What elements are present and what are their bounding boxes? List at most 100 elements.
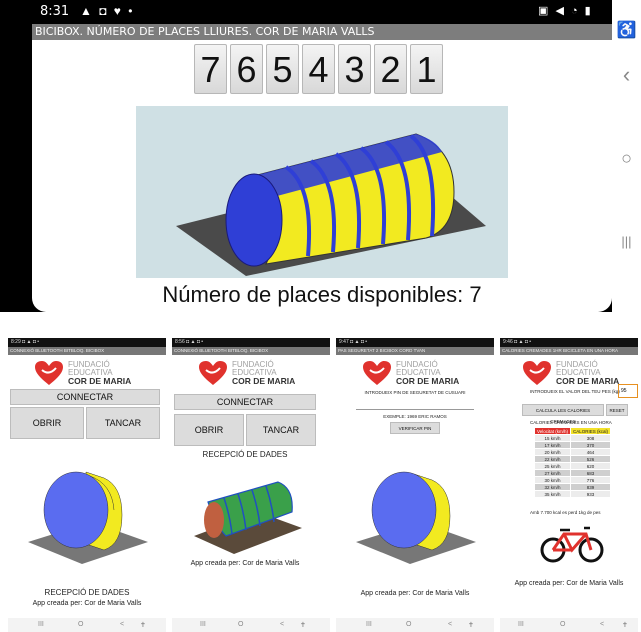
app-title-bar: BICIBOX. NÚMERO DE PLACES LLIURES. COR D… bbox=[32, 24, 612, 40]
speed-cell: 25 km/h bbox=[533, 462, 572, 470]
logo-text: COR DE MARIA bbox=[396, 376, 460, 386]
speed-cell: 35 km/h bbox=[533, 490, 572, 498]
back-icon[interactable]: < bbox=[448, 621, 452, 628]
weight-input[interactable]: 95 bbox=[618, 384, 638, 398]
heart-logo-icon bbox=[199, 361, 227, 385]
app-title-bar: CONNEXIÓ BLUETOOTH BITBLOQ. BICIBOX bbox=[172, 347, 330, 355]
home-icon[interactable]: O bbox=[238, 621, 243, 628]
data-reception-label: RECEPCIÓ DE DADES bbox=[44, 588, 130, 597]
recents-icon[interactable]: III bbox=[38, 621, 44, 628]
counter-digit[interactable]: 7 bbox=[194, 44, 227, 94]
recents-icon[interactable]: III bbox=[200, 621, 206, 628]
credit-text: App creada per: Cor de Maria Valls bbox=[190, 560, 300, 567]
home-icon[interactable]: O bbox=[78, 621, 83, 628]
recents-icon[interactable]: III bbox=[518, 621, 524, 628]
status-bar: 8:29 ◘ ▲ ◘ • bbox=[8, 338, 166, 347]
table-row: 30 km/h 776 bbox=[533, 476, 612, 484]
heart-logo-icon bbox=[363, 361, 391, 385]
side-navigation: ♿ ‹ ○ ||| bbox=[612, 0, 641, 312]
connect-button[interactable]: CONNECTAR bbox=[10, 389, 160, 405]
accessibility-icon[interactable]: ✝ bbox=[468, 621, 474, 629]
table-header-cell: CALORIES (kcal) bbox=[570, 427, 612, 435]
weight-loss-footnote: Amb 7.700 kcal es perd 1kg de pes bbox=[530, 510, 601, 515]
calculate-calories-button[interactable]: CALCULA LES CALORIES CREMADES bbox=[522, 404, 604, 424]
pin-input[interactable] bbox=[356, 398, 474, 410]
calories-cell: 839 bbox=[570, 483, 612, 491]
phone-screen-pin: 9:47 ◘ ▲ ◘ • PAS SEGURETAT 2 BICIBOX COR… bbox=[336, 338, 494, 632]
accessibility-icon[interactable]: ✝ bbox=[300, 621, 306, 629]
close-button[interactable]: TANCAR bbox=[86, 407, 160, 439]
credit-text: App creada per: Cor de Maria Valls bbox=[32, 600, 142, 607]
school-logo: FUNDACIÓ EDUCATIVA COR DE MARIA bbox=[336, 355, 494, 389]
status-bar: 9:46 ◘ ▲ ◘ • bbox=[500, 338, 638, 347]
back-icon[interactable]: < bbox=[600, 621, 604, 628]
pin-example-label: EXEMPLE: 1969 ERIC RAMOS bbox=[383, 414, 447, 419]
recents-icon[interactable]: ||| bbox=[612, 234, 641, 249]
table-header-cell: Velocitat (km/h) bbox=[533, 427, 572, 435]
speed-cell: 32 km/h bbox=[533, 483, 572, 491]
logo-text: COR DE MARIA bbox=[232, 376, 296, 386]
places-counter: 7 6 5 4 3 2 1 bbox=[194, 44, 443, 94]
counter-digit[interactable]: 4 bbox=[302, 44, 335, 94]
open-button[interactable]: OBRIR bbox=[174, 414, 244, 446]
calories-cell: 683 bbox=[570, 469, 612, 477]
connect-button[interactable]: CONNECTAR bbox=[174, 394, 316, 410]
heart-logo-icon bbox=[523, 361, 551, 385]
table-row: 32 km/h 839 bbox=[533, 483, 612, 491]
data-reception-label: RECEPCIÓ DE DADES bbox=[202, 450, 288, 459]
weight-prompt-label: INTRODUEIX EL VALOR DEL TEU PES (kg) bbox=[530, 389, 620, 394]
table-row: 35 km/h 933 bbox=[533, 490, 612, 498]
status-bar: 9:47 ◘ ▲ ◘ • bbox=[336, 338, 494, 347]
counter-digit[interactable]: 1 bbox=[410, 44, 443, 94]
nav-bar: III O < ✝ bbox=[500, 618, 638, 632]
calories-cell: 620 bbox=[570, 462, 612, 470]
close-button[interactable]: TANCAR bbox=[246, 414, 316, 446]
speed-cell: 15 km/h bbox=[533, 434, 572, 442]
credit-text: App creada per: Cor de Maria Valls bbox=[514, 580, 624, 587]
open-button[interactable]: OBRIR bbox=[10, 407, 84, 439]
table-row: 20 km/h 464 bbox=[533, 448, 612, 456]
phone-screen-calories: 9:46 ◘ ▲ ◘ • CALORIES CREMADES 1HR BICIC… bbox=[500, 338, 638, 632]
back-icon[interactable]: < bbox=[120, 621, 124, 628]
accessibility-icon[interactable]: ♿ bbox=[612, 20, 641, 40]
heart-logo-icon bbox=[35, 361, 63, 385]
home-icon[interactable]: ○ bbox=[612, 148, 641, 169]
app-title-bar: PAS SEGURETAT 2 BICIBOX CORD TVAN bbox=[336, 347, 494, 355]
pin-prompt-label: INTRODUEIX PIN DE SEGURETAT DE CUSUARI bbox=[364, 390, 466, 395]
table-row: 25 km/h 620 bbox=[533, 462, 612, 470]
bicibox-shelter-graphic bbox=[176, 133, 486, 276]
counter-digit[interactable]: 2 bbox=[374, 44, 407, 94]
home-icon[interactable]: O bbox=[560, 621, 565, 628]
logo-text: COR DE MARIA bbox=[68, 376, 132, 386]
verify-pin-button[interactable]: VERIFICAR PIN bbox=[390, 422, 440, 434]
home-icon[interactable]: O bbox=[406, 621, 411, 628]
recents-icon[interactable]: III bbox=[366, 621, 372, 628]
speed-cell: 30 km/h bbox=[533, 476, 572, 484]
accessibility-icon[interactable]: ✝ bbox=[622, 621, 628, 629]
calories-table-title: CALORIES CREMADES EN UNA HORA bbox=[530, 420, 612, 425]
speed-cell: 27 km/h bbox=[533, 469, 572, 477]
nav-bar: III O < ✝ bbox=[8, 618, 166, 632]
calories-cell: 464 bbox=[570, 448, 612, 456]
app-title-bar: CONNEXIÓ BLUETOOTH BITBLOQ. BICIBOX bbox=[8, 347, 166, 355]
school-logo: FUNDACIÓ EDUCATIVA COR DE MARIA bbox=[8, 355, 166, 389]
counter-digit[interactable]: 5 bbox=[266, 44, 299, 94]
phone-screen-connection: 8:29 ◘ ▲ ◘ • CONNEXIÓ BLUETOOTH BITBLOQ.… bbox=[8, 338, 166, 632]
app-title-bar: CALORIES CREMADES 1HR BICICLETA EN UNA H… bbox=[500, 347, 638, 355]
bicibox-3d-view bbox=[356, 471, 476, 564]
calories-cell: 370 bbox=[570, 441, 612, 449]
accessibility-icon[interactable]: ✝ bbox=[140, 621, 146, 629]
back-icon[interactable]: ‹ bbox=[612, 62, 641, 88]
calories-cell: 526 bbox=[570, 455, 612, 463]
counter-digit[interactable]: 6 bbox=[230, 44, 263, 94]
calories-table: Velocitat (km/h) CALORIES (kcal) 15 km/h… bbox=[533, 427, 612, 498]
status-system-icons: ▣ ◀ ◔ ▮ bbox=[538, 5, 593, 17]
bicibox-3d-view bbox=[194, 481, 302, 554]
calories-cell: 308 bbox=[570, 434, 612, 442]
back-icon[interactable]: < bbox=[280, 621, 284, 628]
nav-bar: III O < ✝ bbox=[172, 618, 330, 632]
available-places-caption: Número de places disponibles: 7 bbox=[162, 282, 482, 307]
phone-screen-reception: 8:56 ◘ ▲ ◘ • CONNEXIÓ BLUETOOTH BITBLOQ.… bbox=[172, 338, 330, 632]
reset-button[interactable]: RESET bbox=[606, 404, 628, 416]
counter-digit[interactable]: 3 bbox=[338, 44, 371, 94]
